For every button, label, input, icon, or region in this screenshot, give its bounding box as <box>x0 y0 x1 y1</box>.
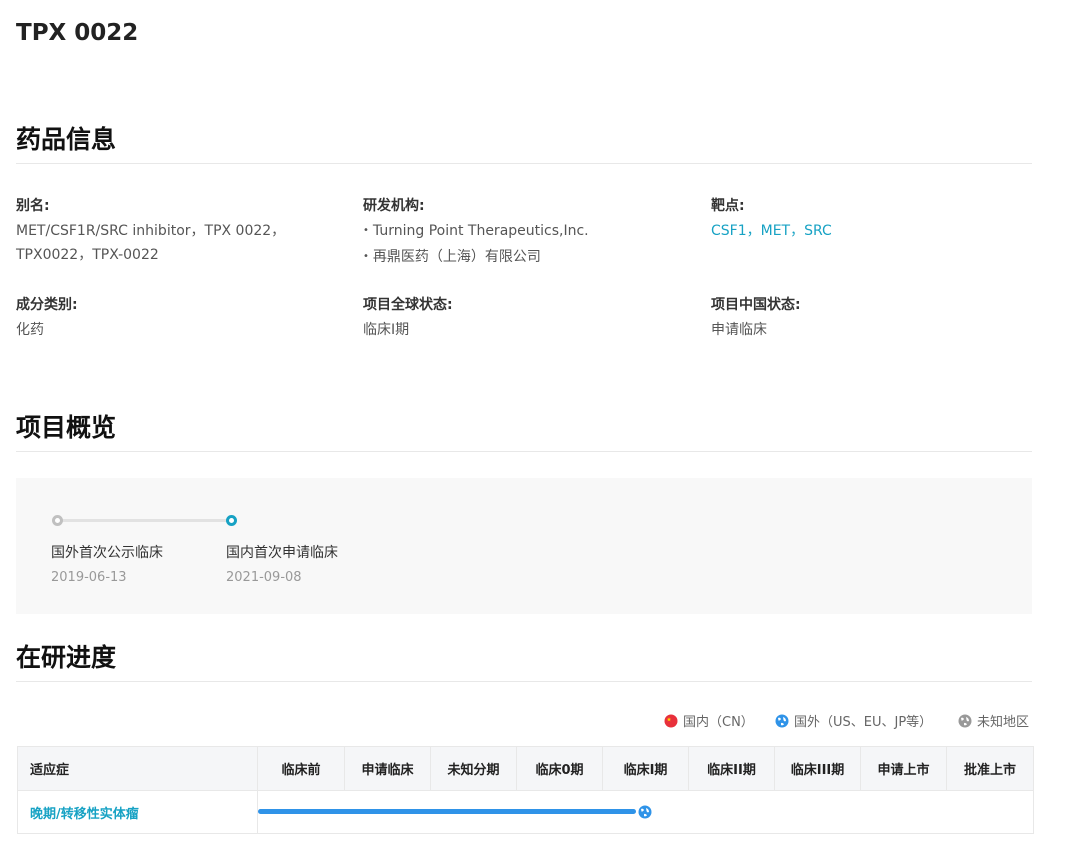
divider <box>16 163 1032 164</box>
institution-label: 研发机构: <box>363 198 425 214</box>
timeline-panel <box>16 478 1032 614</box>
alias-value: MET/CSF1R/SRC inhibitor，TPX 0022，TPX0022… <box>16 223 286 263</box>
institution-item: 再鼎医药（上海）有限公司 <box>363 245 589 271</box>
divider <box>16 681 1032 682</box>
table-header-row: 适应症 临床前 申请临床 未知分期 临床0期 临床I期 临床II期 临床III期… <box>17 746 1034 791</box>
timeline-dot-past <box>52 515 63 526</box>
global-status-value: 临床I期 <box>363 322 410 338</box>
target-separator: ， <box>746 223 761 239</box>
component-label: 成分类别: <box>16 297 78 313</box>
legend-domestic: 国内（CN） <box>664 711 754 730</box>
globe-icon <box>638 805 652 819</box>
progress-bar-cell <box>257 790 1034 834</box>
china-flag-icon <box>664 714 678 727</box>
legend-label: 未知地区 <box>977 715 1030 730</box>
target-link-src[interactable]: SRC <box>804 223 832 239</box>
target-list: CSF1，MET，SRC <box>711 219 832 243</box>
progress-table: 适应症 临床前 申请临床 未知分期 临床0期 临床I期 临床II期 临床III期… <box>17 746 1034 834</box>
column-header: 未知分期 <box>430 746 517 791</box>
column-header: 批准上市 <box>946 746 1034 791</box>
legend-foreign: 国外（US、EU、JP等） <box>775 711 932 730</box>
target-link-csf1[interactable]: CSF1 <box>711 223 747 239</box>
timeline-dot-current <box>226 515 237 526</box>
globe-unknown-icon <box>958 714 972 727</box>
indication-cell: 晚期/转移性实体瘤 <box>17 790 258 834</box>
timeline-track <box>58 519 232 522</box>
china-status-label: 项目中国状态: <box>711 297 801 313</box>
china-status-value: 申请临床 <box>711 322 767 338</box>
drug-info-title: 药品信息 <box>16 125 117 154</box>
column-header: 申请临床 <box>344 746 431 791</box>
timeline-date: 2019-06-13 <box>51 570 127 585</box>
column-header: 临床II期 <box>688 746 775 791</box>
institution-item: Turning Point Therapeutics,Inc. <box>363 219 589 245</box>
column-header: 临床前 <box>257 746 345 791</box>
progress-title: 在研进度 <box>16 643 117 672</box>
target-label: 靶点: <box>711 198 745 214</box>
legend-unknown: 未知地区 <box>958 711 1029 730</box>
target-separator: ， <box>790 223 805 239</box>
alias-label: 别名: <box>16 198 50 214</box>
table-row: 晚期/转移性实体瘤 <box>17 790 1034 834</box>
legend-label: 国内（CN） <box>683 715 754 730</box>
overview-title: 项目概览 <box>16 413 117 442</box>
column-header: 临床I期 <box>602 746 689 791</box>
column-header: 临床0期 <box>516 746 603 791</box>
component-value: 化药 <box>16 322 44 338</box>
legend-label: 国外（US、EU、JP等） <box>794 715 933 730</box>
globe-icon <box>775 714 789 727</box>
column-header: 适应症 <box>17 746 258 791</box>
page-title: TPX 0022 <box>16 20 139 46</box>
timeline-date: 2021-09-08 <box>226 570 302 585</box>
column-header: 临床III期 <box>774 746 861 791</box>
global-status-label: 项目全球状态: <box>363 297 453 313</box>
progress-bar <box>258 809 636 814</box>
timeline-event: 国内首次申请临床 <box>226 545 338 561</box>
institution-list: Turning Point Therapeutics,Inc. 再鼎医药（上海）… <box>363 219 589 271</box>
divider <box>16 451 1032 452</box>
column-header: 申请上市 <box>860 746 947 791</box>
target-link-met[interactable]: MET <box>761 223 790 239</box>
indication-link[interactable]: 晚期/转移性实体瘤 <box>30 807 139 822</box>
timeline-event: 国外首次公示临床 <box>51 545 163 561</box>
